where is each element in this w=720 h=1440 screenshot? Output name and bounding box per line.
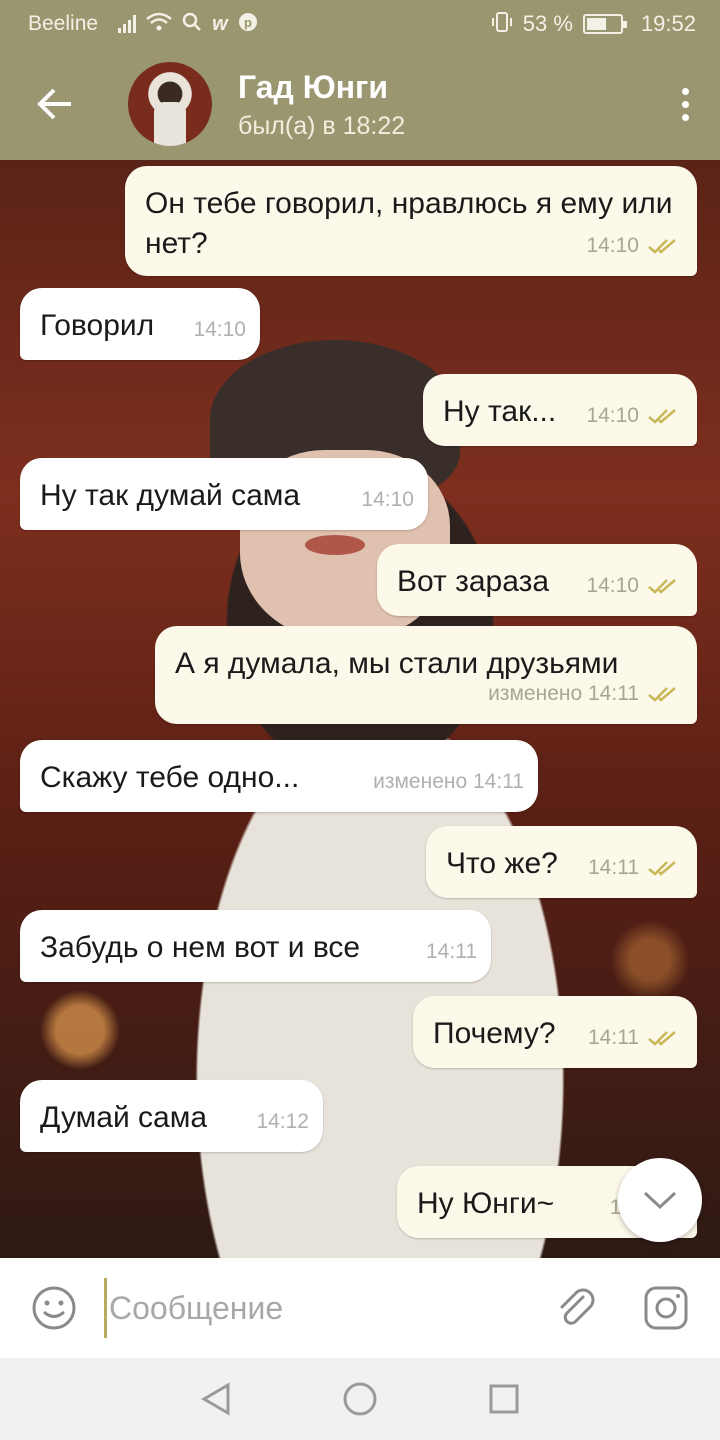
incoming-message[interactable]: Говорил 14:10 [20,288,260,360]
attach-button[interactable] [536,1258,616,1358]
home-circle-icon[interactable] [342,1381,378,1417]
last-seen-status: был(а) в 18:22 [238,111,406,140]
wallpaper-detail [305,535,365,555]
message-time: 14:10 [586,404,639,427]
chat-title: Гад Юнги [238,68,389,105]
message-time: 14:10 [586,234,639,257]
message-text: Забудь о нем вот и все [40,931,361,964]
chat-area[interactable]: Он тебе говорил, нравлюсь я ему или нет?… [0,160,720,1258]
message-text: Скажу тебе одно... [40,761,300,794]
signal-icon [118,15,137,33]
message-meta: 14:10 [586,396,681,436]
outgoing-message[interactable]: Ну так... 14:10 [423,374,697,446]
message-meta: 14:10 [586,566,681,606]
smiley-icon [32,1286,76,1330]
message-time: 14:11 [426,940,477,963]
system-nav-bar [0,1358,720,1440]
incoming-message[interactable]: Скажу тебе одно... изменено 14:11 [20,740,538,812]
outgoing-message[interactable]: Он тебе говорил, нравлюсь я ему или нет?… [125,166,697,276]
outgoing-message[interactable]: Почему? 14:11 [413,996,697,1068]
dot [681,113,689,121]
back-button[interactable] [0,48,110,160]
message-meta: 14:11 [426,932,477,972]
chat-title-block[interactable]: Гад Юнги был(а) в 18:22 [238,68,650,141]
camera-button[interactable] [626,1258,706,1358]
message-text: Вот зараза [397,565,550,598]
outgoing-message[interactable]: Что же? 14:11 [426,826,697,898]
more-menu-button[interactable] [650,48,720,160]
double-check-icon [647,578,681,594]
message-text: Что же? [446,847,558,880]
message-input[interactable] [104,1278,536,1338]
w-icon: w [212,13,228,35]
status-left: Beeline w p [28,12,258,36]
double-check-icon [647,408,681,424]
scroll-down-button[interactable] [618,1158,702,1242]
chat-header: Гад Юнги был(а) в 18:22 [0,48,720,160]
message-text: Ну так думай сама [40,479,301,512]
message-meta: изменено 14:11 [488,674,681,714]
message-text: Ну Юнги~ [417,1187,555,1220]
carrier-name: Beeline [28,12,99,35]
outgoing-message[interactable]: А я думала, мы стали друзьями изменено 14… [155,626,697,724]
message-meta: 14:10 [361,480,414,520]
message-text: Ну так... [443,395,557,428]
message-meta: 14:10 [586,226,681,266]
message-meta: 14:12 [256,1102,309,1142]
battery-percent: 53 % [522,11,573,36]
message-time: 14:11 [588,856,639,879]
double-check-icon [647,238,681,254]
message-meta: 14:10 [193,310,246,350]
message-time: изменено 14:11 [488,682,639,705]
emoji-button[interactable] [4,1258,104,1358]
message-input-bar [0,1258,720,1358]
status-right: 53 % 19:52 [491,11,696,37]
search-icon [182,12,202,36]
recents-square-icon[interactable] [488,1383,520,1415]
message-time: изменено 14:11 [373,770,524,793]
incoming-message[interactable]: Думай сама 14:12 [20,1080,323,1152]
wifi-icon [146,12,172,36]
double-check-icon [647,1030,681,1046]
message-time: 14:10 [361,488,414,511]
chevron-down-icon [643,1191,677,1210]
clock: 19:52 [640,11,696,36]
camera-icon [644,1286,688,1330]
arrow-left-icon [37,88,71,120]
pinterest-icon: p [238,12,258,36]
message-time: 14:12 [256,1110,309,1133]
outgoing-message[interactable]: Вот зараза 14:10 [377,544,697,616]
avatar[interactable] [128,62,212,146]
svg-text:p: p [244,15,252,30]
message-meta: 14:11 [588,848,681,888]
double-check-icon [647,686,681,702]
message-text: Думай сама [40,1101,208,1134]
incoming-message[interactable]: Ну так думай сама 14:10 [20,458,428,530]
back-triangle-icon[interactable] [200,1382,232,1416]
message-meta: 14:11 [588,1018,681,1058]
message-text: Говорил [40,309,155,342]
paperclip-icon [560,1288,595,1325]
dot [681,100,689,108]
incoming-message[interactable]: Забудь о нем вот и все 14:11 [20,910,491,982]
message-meta: изменено 14:11 [373,762,524,802]
message-time: 14:10 [193,318,246,341]
double-check-icon [647,860,681,876]
message-time: 14:10 [586,574,639,597]
vibrate-icon [491,11,513,37]
dot [681,87,689,95]
battery-icon [582,14,627,34]
status-bar: Beeline w p 53 % 19:52 [0,0,720,48]
message-time: 14:11 [588,1026,639,1049]
message-text: Почему? [433,1017,556,1050]
